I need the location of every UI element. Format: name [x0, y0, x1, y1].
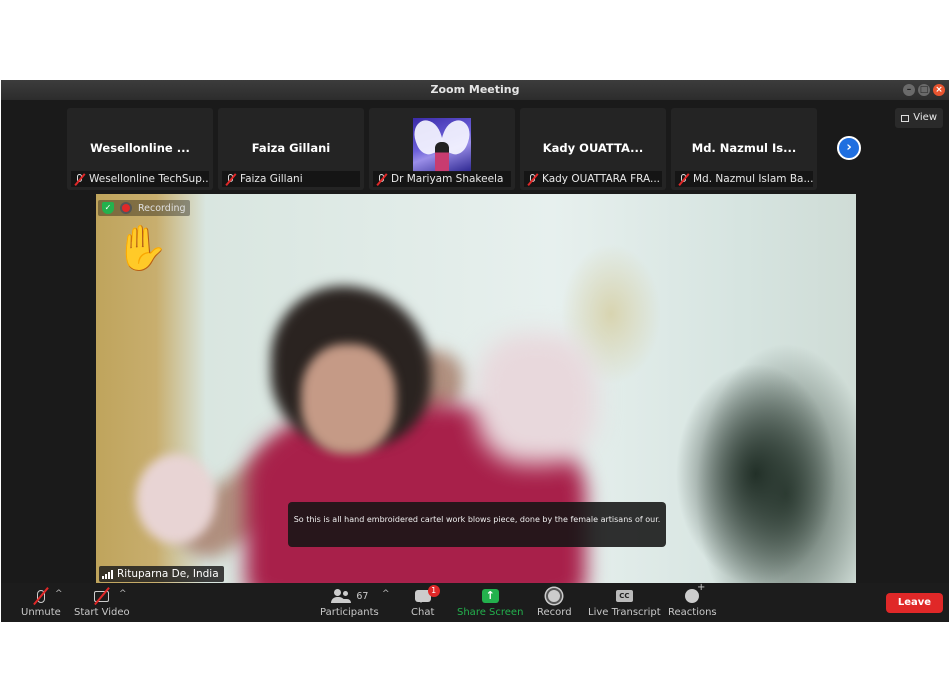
share-screen-label: Share Screen: [457, 607, 524, 618]
start-video-label: Start Video: [74, 607, 130, 618]
participant-thumbnail[interactable]: Md. Nazmul Is... Md. Nazmul Islam Ba...: [671, 108, 817, 190]
reactions-smiley-icon: [685, 582, 705, 603]
participants-button[interactable]: 67 Participants: [320, 586, 379, 618]
connection-signal-icon: [102, 569, 113, 579]
participant-label-text: Dr Mariyam Shakeela: [391, 173, 504, 185]
record-icon: [546, 588, 563, 604]
chat-button[interactable]: 1 Chat: [411, 585, 440, 618]
participant-label-text: Wesellonline TechSup...: [89, 173, 209, 185]
participants-label: Participants: [320, 607, 379, 618]
grid-icon: [901, 114, 910, 122]
participant-name-label: Md. Nazmul Islam Ba...: [675, 171, 813, 187]
participant-thumbnail[interactable]: Wesellonline ... Wesellonline TechSup...: [67, 108, 213, 190]
recording-indicator[interactable]: ✓ Recording: [98, 200, 190, 216]
participant-name-label: Kady OUATTARA FRA...: [524, 171, 662, 187]
chat-unread-badge: 1: [427, 585, 440, 597]
live-transcript-label: Live Transcript: [588, 607, 661, 618]
participants-options-chevron-icon[interactable]: ^: [382, 589, 390, 599]
video-off-icon: [94, 586, 110, 606]
participants-icon: [330, 589, 350, 603]
video-options-chevron-icon[interactable]: ^: [119, 589, 127, 599]
recording-label: Recording: [138, 202, 186, 214]
participant-profile-picture: [413, 118, 471, 172]
participant-display-name: Md. Nazmul Is...: [691, 141, 797, 155]
muted-mic-icon: [376, 173, 388, 186]
participant-count: 67: [356, 590, 369, 602]
participant-label-text: Md. Nazmul Islam Ba...: [693, 173, 813, 185]
security-shield-icon: ✓: [102, 202, 114, 214]
record-label: Record: [537, 607, 572, 618]
participant-name-label: Faiza Gillani: [222, 171, 360, 187]
share-screen-icon: ↑: [481, 589, 499, 603]
recording-dot-icon: [120, 202, 132, 214]
speaker-name-tag: Rituparna De, India: [99, 566, 224, 582]
participant-label-text: Faiza Gillani: [240, 173, 303, 185]
unmute-label: Unmute: [21, 607, 61, 618]
participant-thumbnail[interactable]: Kady OUATTA... Kady OUATTARA FRA...: [520, 108, 666, 190]
participant-name-label: Wesellonline TechSup...: [71, 171, 209, 187]
record-button[interactable]: Record: [537, 586, 572, 618]
participant-name-label: Dr Mariyam Shakeela: [373, 171, 511, 187]
muted-mic-icon: [33, 586, 49, 606]
participant-thumbnail[interactable]: Faiza Gillani Faiza Gillani: [218, 108, 364, 190]
closed-caption-icon: CC: [615, 590, 633, 602]
chat-label: Chat: [411, 607, 435, 618]
participant-thumbnail[interactable]: Dr Mariyam Shakeela: [369, 108, 515, 190]
participant-label-text: Kady OUATTARA FRA...: [542, 173, 660, 185]
zoom-window: Zoom Meeting – □ × View Wesellonline ...…: [1, 80, 949, 622]
live-caption: So this is all hand embroidered cartel w…: [288, 502, 666, 547]
view-button[interactable]: View: [895, 108, 943, 128]
speaker-name: Rituparna De, India: [117, 568, 219, 580]
window-controls: – □ ×: [903, 84, 945, 96]
title-bar: Zoom Meeting – □ ×: [1, 80, 949, 100]
maximize-icon[interactable]: □: [918, 84, 930, 96]
view-button-label: View: [913, 112, 937, 123]
minimize-icon[interactable]: –: [903, 84, 915, 96]
close-icon[interactable]: ×: [933, 84, 945, 96]
muted-mic-icon: [225, 173, 237, 186]
chat-icon: 1: [414, 585, 440, 603]
window-title: Zoom Meeting: [430, 83, 520, 96]
reactions-button[interactable]: Reactions: [668, 582, 717, 618]
muted-mic-icon: [74, 173, 86, 186]
live-transcript-button[interactable]: CC Live Transcript: [588, 586, 661, 618]
leave-button[interactable]: Leave: [886, 593, 943, 613]
muted-mic-icon: [678, 173, 690, 186]
next-page-arrow-icon[interactable]: ›: [837, 136, 861, 160]
meeting-toolbar: Unmute ^ Start Video ^ 67 Participants ^…: [1, 582, 949, 622]
reactions-label: Reactions: [668, 607, 717, 618]
participant-display-name: Kady OUATTA...: [542, 141, 644, 155]
share-screen-button[interactable]: ↑ Share Screen: [457, 586, 523, 618]
raised-hand-icon: ✋: [114, 223, 169, 274]
participant-display-name: Wesellonline ...: [90, 141, 190, 155]
participant-display-name: Faiza Gillani: [251, 141, 331, 155]
muted-mic-icon: [527, 173, 539, 186]
audio-options-chevron-icon[interactable]: ^: [55, 589, 63, 599]
